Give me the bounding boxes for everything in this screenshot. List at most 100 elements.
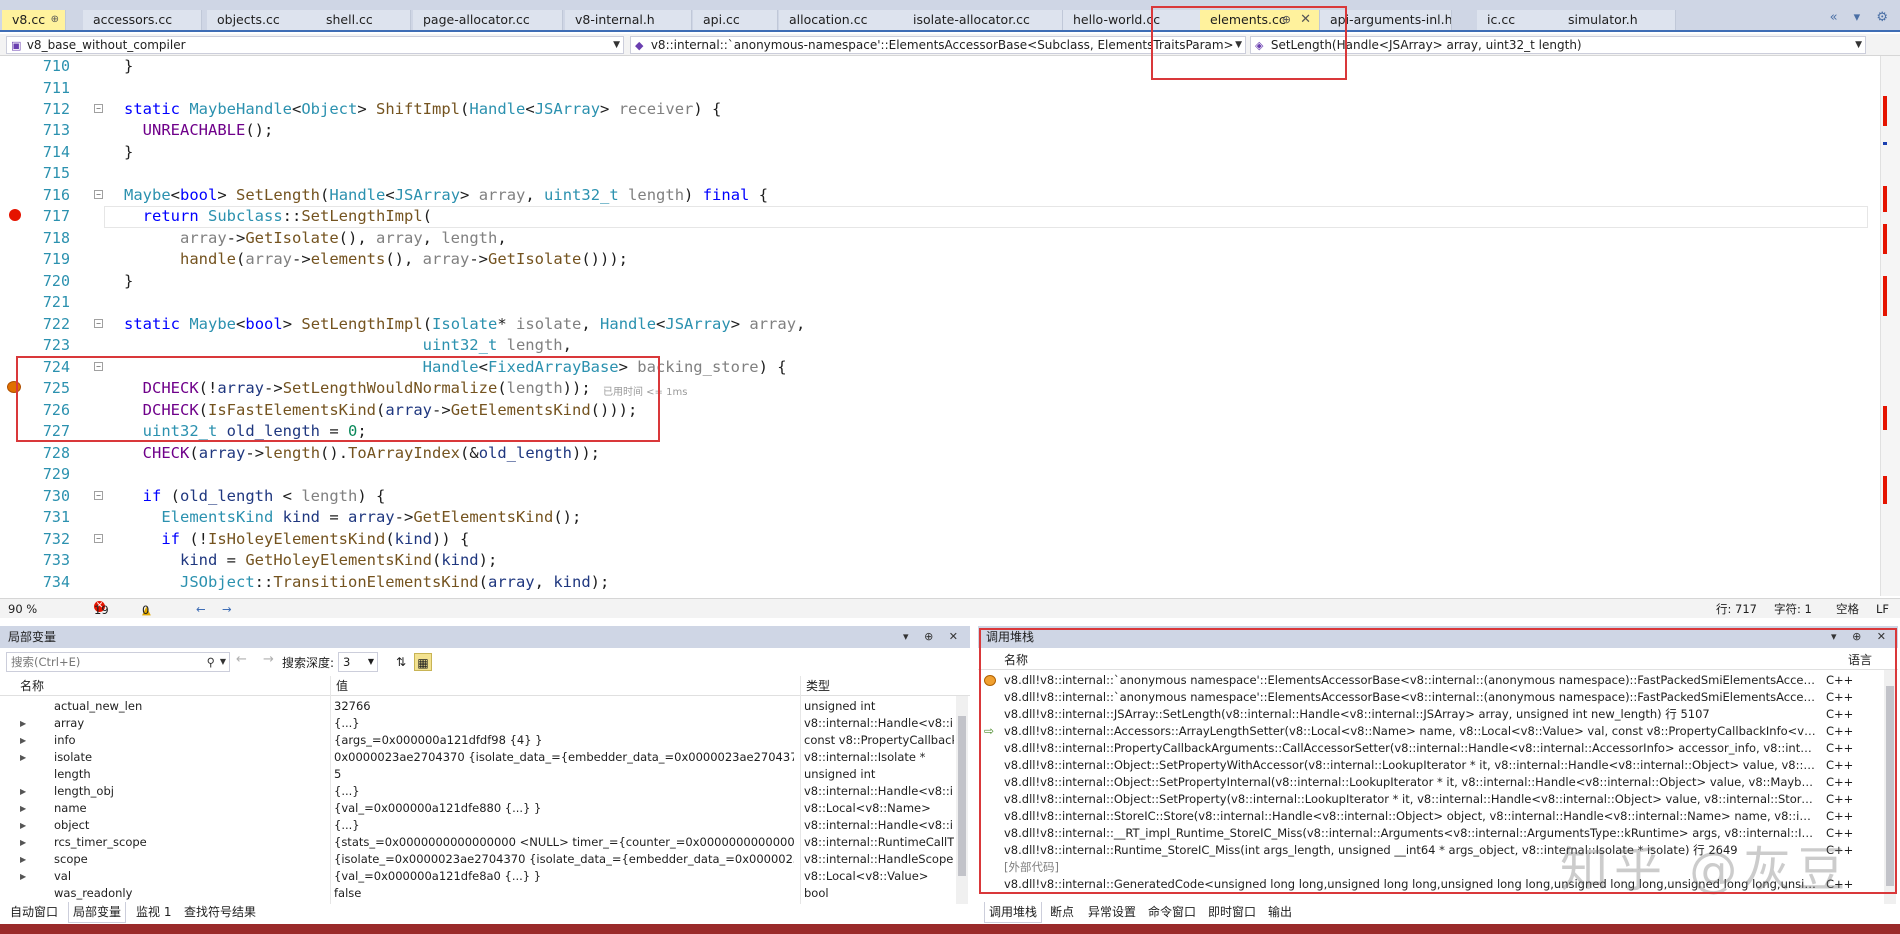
filter-icon[interactable]: ⇅ bbox=[392, 653, 410, 671]
pin-icon[interactable]: ⊕ bbox=[51, 10, 59, 30]
variable-value[interactable]: {args_=0x000000a121dfdf98 {4} } bbox=[334, 732, 794, 749]
locals-search-input[interactable]: 搜索(Ctrl+E) ⚲ ▼ bbox=[6, 652, 230, 672]
line-number: 732 bbox=[42, 530, 70, 548]
project-dropdown[interactable]: ▣ v8_base_without_compiler ▼ bbox=[6, 36, 624, 54]
search-placeholder: 搜索(Ctrl+E) bbox=[11, 655, 81, 669]
locals-row[interactable]: ▶ rcs_timer_scope {stats_=0x00000000000000… bbox=[0, 834, 960, 851]
tab-autos[interactable]: 自动窗口 bbox=[6, 902, 62, 922]
expand-icon[interactable]: ▶ bbox=[20, 783, 26, 800]
expand-icon[interactable]: ▶ bbox=[20, 715, 26, 732]
tab-breakpoints[interactable]: 断点 bbox=[1046, 902, 1078, 922]
locals-panel: 局部变量 ▾ ⊕ ✕ 搜索(Ctrl+E) ⚲ ▼ ← → 搜索深度: 3 ▼ … bbox=[0, 626, 970, 923]
tab-page-allocator-cc[interactable]: page-allocator.cc bbox=[413, 10, 563, 30]
expand-icon[interactable]: ▶ bbox=[20, 749, 26, 766]
tab-find-symbol[interactable]: 查找符号结果 bbox=[180, 902, 260, 922]
tab-accessors-cc[interactable]: accessors.cc bbox=[83, 10, 202, 30]
nav-back-icon[interactable]: ← bbox=[196, 600, 206, 618]
collapse-icon[interactable]: − bbox=[94, 491, 103, 500]
expand-icon[interactable]: ▶ bbox=[20, 851, 26, 868]
search-depth-label: 搜索深度: bbox=[282, 656, 335, 670]
locals-row[interactable]: actual_new_len 32766 unsigned int bbox=[0, 698, 960, 715]
code-line: 717 return Subclass::SetLengthImpl( bbox=[0, 206, 1860, 227]
variable-type: v8::Local<v8::Name> bbox=[804, 801, 931, 815]
locals-row[interactable]: ▶ object {...} v8::internal::Handle<v8::int… bbox=[0, 817, 960, 834]
code-line: 728 CHECK(array->length().ToArrayIndex(&… bbox=[0, 443, 1860, 464]
locals-row[interactable]: ▶ scope {isolate_=0x0000023ae2704370 {isol… bbox=[0, 851, 960, 868]
hex-display-icon[interactable]: ▦ bbox=[414, 653, 432, 671]
panel-controls[interactable]: ▾ ⊕ ✕ bbox=[903, 626, 964, 648]
expand-icon[interactable]: ▶ bbox=[20, 868, 26, 885]
caret-marker bbox=[1883, 142, 1887, 145]
tab-api-cc[interactable]: api.cc bbox=[693, 10, 778, 30]
tab-isolate-allocator-cc[interactable]: isolate-allocator.cc bbox=[903, 10, 1063, 30]
line-number: 728 bbox=[42, 444, 70, 462]
nav-forward-icon[interactable]: → bbox=[222, 600, 232, 618]
locals-row[interactable]: ▶ info {args_=0x000000a121dfdf98 {4} } cons… bbox=[0, 732, 960, 749]
search-depth-select[interactable]: 3 ▼ bbox=[338, 652, 378, 672]
variable-value[interactable]: {...} bbox=[334, 783, 794, 800]
variable-value[interactable]: {isolate_=0x0000023ae2704370 {isolate_da… bbox=[334, 851, 794, 868]
tab-watch-1[interactable]: 监视 1 bbox=[132, 902, 175, 922]
breakpoint-icon[interactable] bbox=[9, 209, 21, 221]
variable-value[interactable]: false bbox=[334, 885, 794, 902]
expand-icon[interactable]: ▶ bbox=[20, 732, 26, 749]
collapse-icon[interactable]: − bbox=[94, 319, 103, 328]
chevron-down-icon[interactable]: ▼ bbox=[220, 653, 226, 671]
locals-row[interactable]: ▶ name {val_=0x000000a121dfe880 {...} } v8:… bbox=[0, 800, 960, 817]
tab-call-stack[interactable]: 调用堆栈 bbox=[984, 902, 1043, 923]
column-type[interactable]: 类型 bbox=[806, 676, 830, 696]
project-label: v8_base_without_compiler bbox=[26, 38, 186, 52]
tab-output[interactable]: 输出 bbox=[1264, 902, 1296, 922]
collapse-icon[interactable]: − bbox=[94, 190, 103, 199]
tab-overflow-icons[interactable]: « ▾ ⚙ bbox=[1830, 10, 1894, 25]
column-name[interactable]: 名称 bbox=[20, 676, 44, 696]
editor-vertical-scrollbar[interactable] bbox=[1880, 56, 1900, 596]
indent-mode[interactable]: 空格 bbox=[1836, 600, 1859, 618]
locals-row[interactable]: length 5 unsigned int bbox=[0, 766, 960, 783]
tab-ic-cc[interactable]: ic.cc bbox=[1477, 10, 1559, 30]
expand-icon[interactable]: ▶ bbox=[20, 817, 26, 834]
locals-row[interactable]: ▶ isolate 0x0000023ae2704370 {isolate_data… bbox=[0, 749, 960, 766]
collapse-icon[interactable]: − bbox=[94, 534, 103, 543]
variable-value[interactable]: {...} bbox=[334, 715, 794, 732]
locals-row[interactable]: was_readonly false bool bbox=[0, 885, 960, 902]
tab-command-window[interactable]: 命令窗口 bbox=[1144, 902, 1200, 922]
panel-title: 局部变量 ▾ ⊕ ✕ bbox=[0, 626, 970, 648]
tab-label: simulator.h bbox=[1568, 12, 1638, 27]
tab-simulator-h[interactable]: simulator.h bbox=[1558, 10, 1676, 30]
variable-value[interactable]: 32766 bbox=[334, 698, 794, 715]
highlight-box bbox=[979, 628, 1897, 894]
code-editor[interactable]: 710} 711 712− static MaybeHandle<Object> … bbox=[0, 56, 1880, 596]
tab-exception-settings[interactable]: 异常设置 bbox=[1084, 902, 1140, 922]
column-value[interactable]: 值 bbox=[336, 676, 348, 696]
locals-row[interactable]: ▶ length_obj {...} v8::internal::Handle<v8:… bbox=[0, 783, 960, 800]
variable-value[interactable]: {...} bbox=[334, 817, 794, 834]
code-line: 710} bbox=[0, 56, 1860, 77]
zoom-level[interactable]: 90 % bbox=[8, 600, 37, 618]
tab-shell-cc[interactable]: shell.cc bbox=[316, 10, 411, 30]
tab-locals[interactable]: 局部变量 bbox=[68, 902, 127, 923]
tab-v8-cc[interactable]: v8.cc ⊕ bbox=[2, 10, 66, 30]
collapse-icon[interactable]: − bbox=[94, 104, 103, 113]
variable-value[interactable]: {val_=0x000000a121dfe880 {...} } bbox=[334, 800, 794, 817]
variable-value[interactable]: 0x0000023ae2704370 {isolate_data_={embed… bbox=[334, 749, 794, 766]
tab-objects-cc[interactable]: objects.cc bbox=[207, 10, 321, 30]
expand-icon[interactable]: ▶ bbox=[20, 834, 26, 851]
scroll-thumb[interactable] bbox=[958, 716, 966, 876]
variable-value[interactable]: 5 bbox=[334, 766, 794, 783]
locals-row[interactable]: ▶ array {...} v8::internal::Handle<v8::int.… bbox=[0, 715, 960, 732]
locals-row[interactable]: ▶ val {val_=0x000000a121dfe8a0 {...} } v8::… bbox=[0, 868, 960, 885]
tab-label: api-arguments-inl.h bbox=[1330, 12, 1452, 27]
tab-v8-internal-h[interactable]: v8-internal.h bbox=[565, 10, 692, 30]
tab-allocation-cc[interactable]: allocation.cc bbox=[779, 10, 906, 30]
tab-label: page-allocator.cc bbox=[423, 12, 530, 27]
search-icon[interactable]: ⚲ bbox=[207, 653, 215, 671]
line-ending[interactable]: LF bbox=[1876, 600, 1889, 618]
locals-scrollbar[interactable] bbox=[956, 696, 968, 904]
variable-type: unsigned int bbox=[804, 767, 876, 781]
variable-value[interactable]: {stats_=0x0000000000000000 <NULL> timer_… bbox=[334, 834, 794, 851]
variable-value[interactable]: {val_=0x000000a121dfe8a0 {...} } bbox=[334, 868, 794, 885]
tab-immediate-window[interactable]: 即时窗口 bbox=[1204, 902, 1260, 922]
search-nav-arrows[interactable]: ← → bbox=[236, 652, 280, 667]
expand-icon[interactable]: ▶ bbox=[20, 800, 26, 817]
